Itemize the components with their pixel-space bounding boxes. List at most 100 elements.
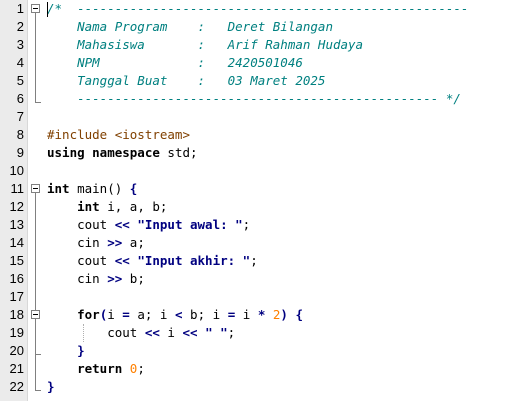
code-token: <	[174, 307, 191, 322]
code-token: *	[257, 307, 273, 322]
code-line[interactable]: 17	[0, 288, 528, 306]
code-text[interactable]: ----------------------------------------…	[47, 90, 461, 108]
code-line[interactable]: 8 #include <iostream>	[0, 126, 528, 144]
code-token: return	[77, 361, 130, 376]
code-token: a;	[129, 235, 145, 250]
code-line[interactable]: 20 }	[0, 342, 528, 360]
line-number: 4	[16, 55, 24, 70]
code-text[interactable]: cin >> a;	[47, 234, 145, 252]
code-line[interactable]: 7	[0, 108, 528, 126]
code-text[interactable]: /* -------------------------------------…	[47, 0, 468, 18]
line-number: 11	[10, 181, 25, 196]
line-number: 19	[9, 325, 24, 340]
line-number: 18	[9, 307, 24, 322]
code-token: ----------------------------------------…	[47, 91, 461, 106]
code-text[interactable]: Tanggal Buat : 03 Maret 2025	[47, 72, 325, 90]
line-number: 17	[9, 289, 24, 304]
line-number: 2	[16, 19, 24, 34]
line-number: 6	[16, 91, 24, 106]
code-token: ;	[227, 325, 236, 340]
code-text[interactable]: Mahasiswa : Arif Rahman Hudaya	[47, 36, 363, 54]
line-number: 9	[16, 145, 24, 160]
code-text[interactable]: cout << "Input awal: ";	[47, 216, 250, 234]
code-token: <<	[114, 253, 138, 268]
line-number: 15	[9, 253, 24, 268]
code-line[interactable]: 12 int i, a, b;	[0, 198, 528, 216]
code-token: b;	[129, 271, 145, 286]
line-number: 7	[16, 109, 24, 124]
code-text[interactable]: Nama Program : Deret Bilangan	[47, 18, 333, 36]
fold-toggle-icon[interactable]	[31, 184, 40, 193]
code-line[interactable]: 18 for(i = a; i < b; i = i * 2) {	[0, 306, 528, 324]
fold-toggle-icon[interactable]	[31, 310, 40, 319]
code-token: >>	[107, 271, 130, 286]
code-text[interactable]: int main() {	[47, 180, 137, 198]
code-token: using namespace	[47, 145, 168, 160]
code-token: >>	[107, 235, 130, 250]
code-token: NPM : 2420501046	[47, 55, 303, 70]
code-token: ;	[242, 217, 251, 232]
code-token: }	[77, 343, 85, 358]
code-text[interactable]: using namespace std;	[47, 144, 198, 162]
code-line[interactable]: 5 Tanggal Buat : 03 Maret 2025	[0, 72, 528, 90]
code-line[interactable]: 4 NPM : 2420501046	[0, 54, 528, 72]
code-text[interactable]: int i, a, b;	[47, 198, 167, 216]
code-token: #include <iostream>	[47, 127, 190, 142]
fold-end-marker	[35, 354, 41, 355]
line-number: 22	[9, 379, 24, 394]
code-token: cout	[47, 253, 115, 268]
fold-line	[35, 13, 36, 102]
code-token: ;	[137, 361, 145, 376]
code-token: Mahasiswa : Arif Rahman Hudaya	[47, 37, 364, 52]
fold-end-marker	[35, 102, 41, 103]
code-text[interactable]: cin >> b;	[47, 270, 145, 288]
code-text[interactable]: #include <iostream>	[47, 126, 190, 144]
code-line[interactable]: 10	[0, 162, 528, 180]
code-token: =	[122, 307, 138, 322]
line-number: 12	[9, 199, 24, 214]
code-line[interactable]: 16 cin >> b;	[0, 270, 528, 288]
code-token: <<	[182, 325, 206, 340]
code-token: int	[47, 181, 78, 196]
code-token: Tanggal Buat : 03 Maret 2025	[47, 73, 326, 88]
code-line[interactable]: 22}	[0, 378, 528, 396]
code-line[interactable]: 1 /* ------------------------------------…	[0, 0, 528, 18]
code-text[interactable]: }	[47, 378, 55, 396]
code-line[interactable]: 13 cout << "Input awal: ";	[0, 216, 528, 234]
code-line[interactable]: 6 --------------------------------------…	[0, 90, 528, 108]
code-line[interactable]: 19 cout << i << " ";	[0, 324, 528, 342]
code-token: a; i	[137, 307, 175, 322]
line-number: 1	[16, 1, 24, 16]
code-token: }	[47, 379, 55, 394]
code-token: =	[227, 307, 243, 322]
code-line[interactable]: 2 Nama Program : Deret Bilangan	[0, 18, 528, 36]
code-line[interactable]: 9 using namespace std;	[0, 144, 528, 162]
code-token: <<	[144, 325, 168, 340]
code-token: main()	[77, 181, 130, 196]
indent-guide	[83, 324, 84, 342]
code-text[interactable]: return 0;	[47, 360, 145, 378]
code-token: Nama Program : Deret Bilangan	[47, 19, 333, 34]
code-editor[interactable]: 1 /* ------------------------------------…	[0, 0, 528, 401]
code-line[interactable]: 14 cin >> a;	[0, 234, 528, 252]
code-text[interactable]: for(i = a; i < b; i = i * 2) {	[47, 306, 303, 324]
code-token: " "	[205, 325, 228, 340]
code-token: ;	[250, 253, 258, 268]
code-text[interactable]: NPM : 2420501046	[47, 54, 303, 72]
code-line[interactable]: 3 Mahasiswa : Arif Rahman Hudaya	[0, 36, 528, 54]
code-text[interactable]: cout << i << " ";	[47, 324, 235, 342]
code-line[interactable]: 21 return 0;	[0, 360, 528, 378]
line-number: 8	[16, 127, 24, 142]
code-line[interactable]: 15 cout << "Input akhir: ";	[0, 252, 528, 270]
fold-toggle-icon[interactable]	[31, 4, 40, 13]
code-token: cout	[47, 325, 145, 340]
code-line[interactable]: 11 int main() {	[0, 180, 528, 198]
code-token: "Input akhir: "	[137, 253, 251, 268]
code-text[interactable]: }	[47, 342, 85, 360]
code-token: i, a, b;	[107, 199, 168, 214]
line-number: 10	[9, 163, 24, 178]
code-text[interactable]: cout << "Input akhir: ";	[47, 252, 258, 270]
